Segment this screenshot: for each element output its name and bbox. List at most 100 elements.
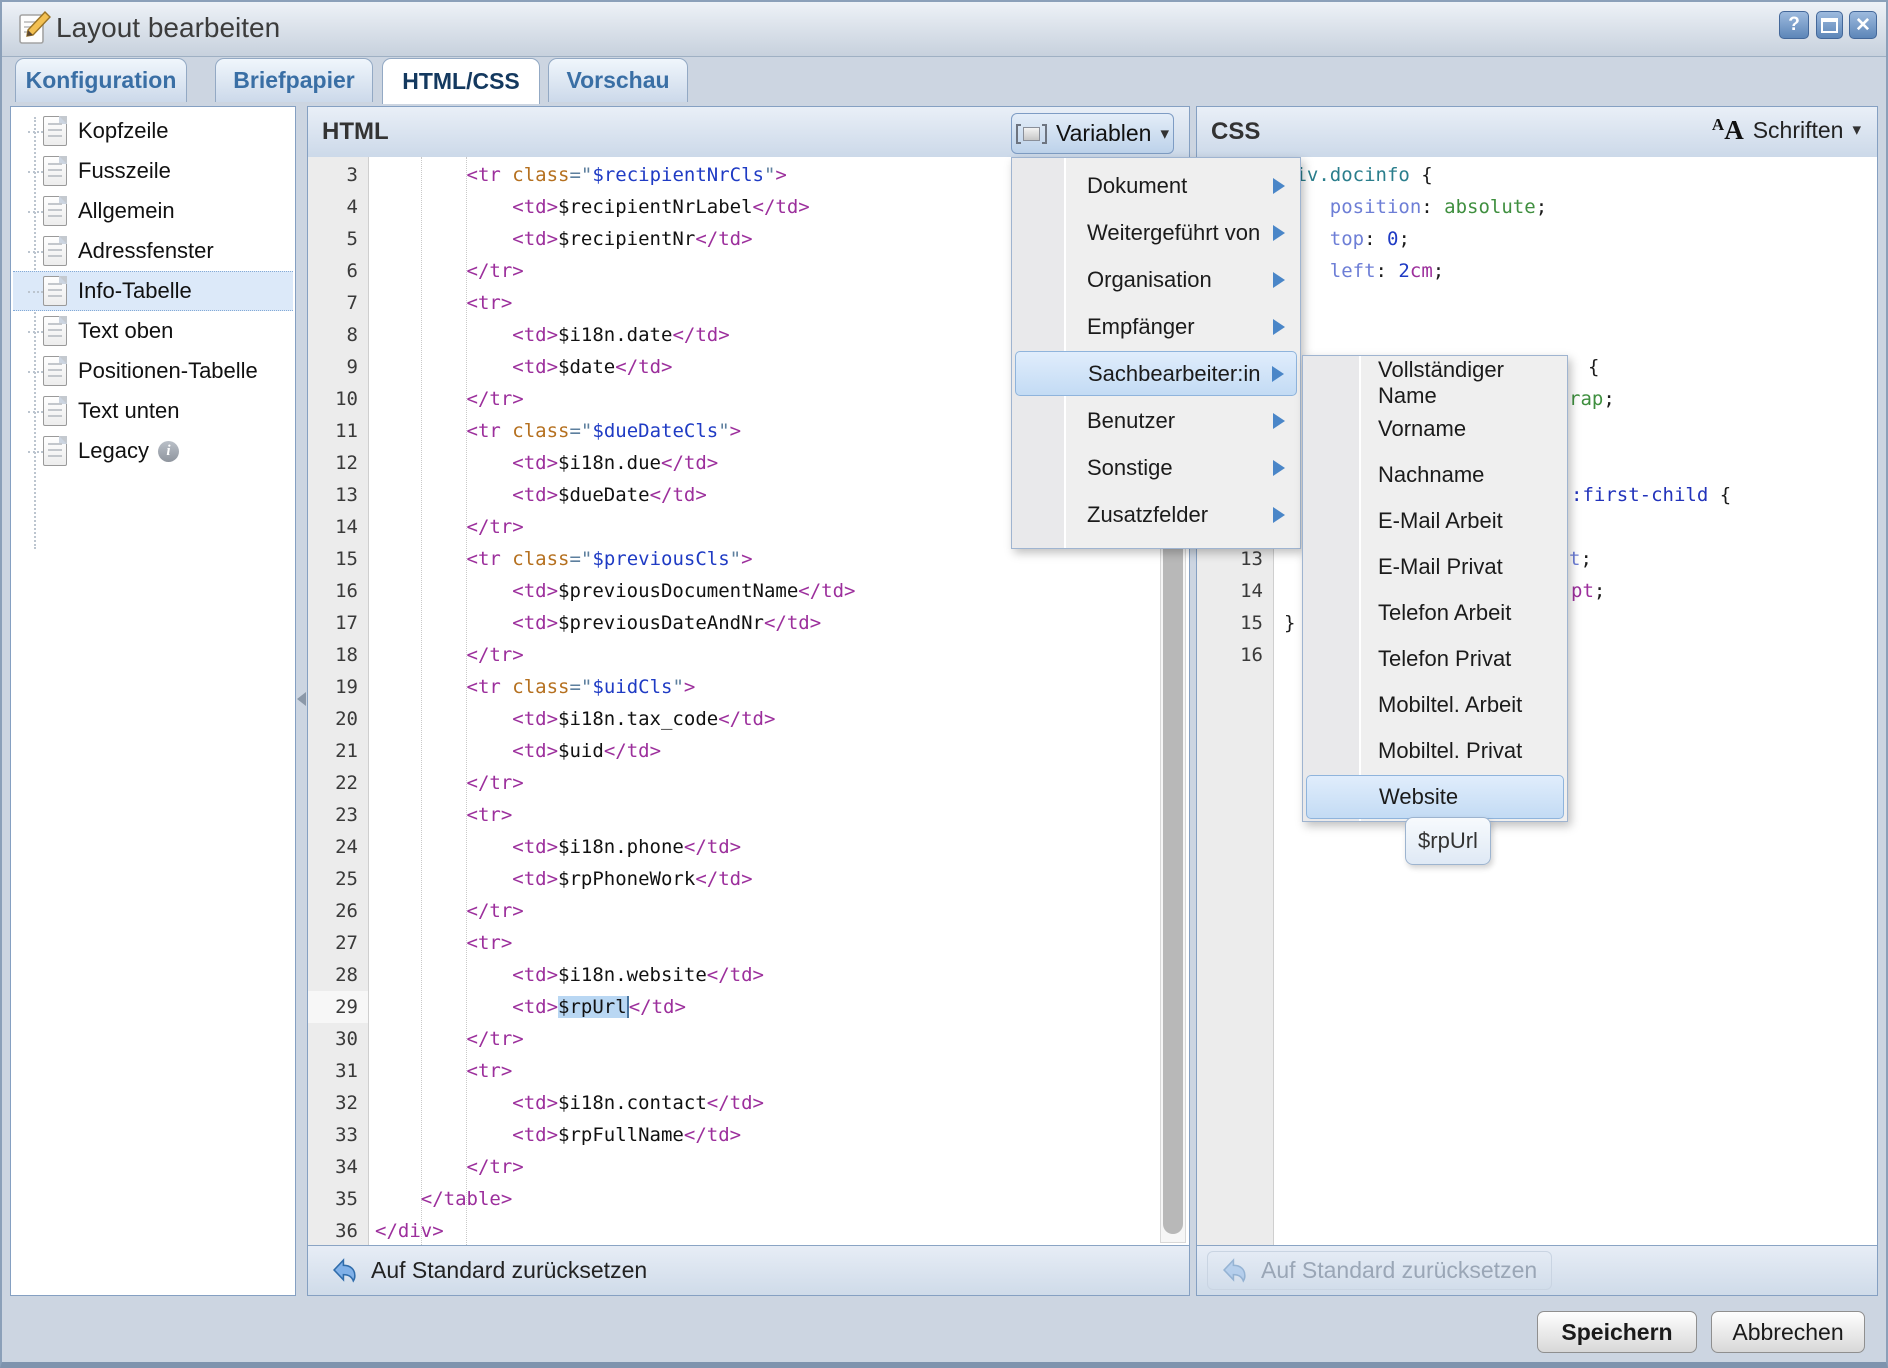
help-button[interactable]: ? [1779,11,1809,39]
line-number: 10 [308,383,368,415]
css-reset-button[interactable]: Auf Standard zurücksetzen [1207,1251,1552,1290]
menu-item-telefon-privat[interactable]: Telefon Privat [1306,637,1564,681]
fonts-button[interactable]: AA Schriften ▾ [1712,116,1861,144]
line-number: 27 [308,927,368,959]
tab-vorschau[interactable]: Vorschau [548,58,688,102]
sidebar-item-label: Text oben [78,318,173,344]
menu-item-mobiltel-arbeit[interactable]: Mobiltel. Arbeit [1306,683,1564,727]
document-icon [43,276,67,306]
sidebar-item-label: Positionen-Tabelle [78,358,258,384]
font-size-icon: AA [1712,116,1744,144]
document-icon [43,116,67,146]
variables-button[interactable]: Variablen ▾ [1011,113,1174,154]
menu-item-empf-nger[interactable]: Empfänger [1015,304,1297,349]
title-bar: Layout bearbeiten ? ✕ [0,0,1888,57]
code-line-21: 21 <td>$uid</td> [308,735,1189,767]
line-number: 16 [1197,639,1273,671]
sidebar-item-fusszeile[interactable]: Fusszeile [13,151,293,191]
menu-item-label: Zusatzfelder [1087,502,1208,528]
code-line-22: 22 </tr> [308,767,1189,799]
code-line-34: 34 </tr> [308,1151,1189,1183]
menu-item-mobiltel-privat[interactable]: Mobiltel. Privat [1306,729,1564,773]
menu-item-label: Empfänger [1087,314,1195,340]
menu-item-label: E-Mail Arbeit [1378,508,1503,534]
menu-item-label: Sachbearbeiter:in [1088,361,1260,387]
menu-item-nachname[interactable]: Nachname [1306,453,1564,497]
html-panel-title: HTML [322,118,389,146]
code-line-28: 28 <td>$i18n.website</td> [308,959,1189,991]
tab-briefpapier[interactable]: Briefpapier [215,58,373,102]
menu-item-vollst-ndiger-name[interactable]: Vollständiger Name [1306,361,1564,405]
line-number: 32 [308,1087,368,1119]
line-number: 36 [308,1215,368,1245]
menu-item-vorname[interactable]: Vorname [1306,407,1564,451]
line-number: 8 [308,319,368,351]
sidebar-item-label: Text unten [78,398,180,424]
line-number: 5 [308,223,368,255]
line-number: 19 [308,671,368,703]
tab-html-css[interactable]: HTML/CSS [382,58,540,104]
maximize-button[interactable] [1816,11,1843,39]
code-line-25: 25 <td>$rpPhoneWork</td> [308,863,1189,895]
code-line-31: 31 <tr> [308,1055,1189,1087]
tab-konfiguration[interactable]: Konfiguration [15,58,187,102]
css-panel-header: CSS AA Schriften ▾ [1197,107,1877,158]
menu-item-label: Dokument [1087,173,1187,199]
menu-item-sonstige[interactable]: Sonstige [1015,445,1297,490]
code-line-29: 29 <td>$rpUrl</td> [308,991,1189,1023]
line-number: 14 [308,511,368,543]
close-button[interactable]: ✕ [1849,11,1877,39]
undo-icon [1222,1257,1249,1284]
menu-item-weitergef-hrt-von[interactable]: Weitergeführt von [1015,210,1297,255]
save-button[interactable]: Speichern [1537,1311,1697,1353]
menu-item-label: E-Mail Privat [1378,554,1503,580]
submenu-arrow-icon [1273,460,1285,476]
menu-item-label: Vollständiger Name [1378,357,1564,409]
submenu-arrow-icon [1272,366,1284,382]
line-number: 7 [308,287,368,319]
submenu-arrow-icon [1273,178,1285,194]
document-icon [43,436,67,466]
sidebar-item-info-tabelle[interactable]: Info-Tabelle [13,271,293,311]
menu-item-label: Vorname [1378,416,1466,442]
css-reset-bar: Auf Standard zurücksetzen [1197,1245,1877,1295]
sidebar-item-adressfenster[interactable]: Adressfenster [13,231,293,271]
line-number: 22 [308,767,368,799]
line-number: 34 [308,1151,368,1183]
menu-item-zusatzfelder[interactable]: Zusatzfelder [1015,492,1297,537]
line-number: 28 [308,959,368,991]
menu-item-sachbearbeiter-in[interactable]: Sachbearbeiter:in [1015,351,1297,396]
sidebar-item-legacy[interactable]: Legacyi [13,431,293,471]
line-number: 14 [1197,575,1273,607]
menu-item-dokument[interactable]: Dokument [1015,163,1297,208]
sidebar-collapse-handle[interactable] [297,692,306,706]
sidebar-item-positionen-tabelle[interactable]: Positionen-Tabelle [13,351,293,391]
html-reset-button[interactable]: Auf Standard zurücksetzen [318,1252,661,1289]
sidebar-item-text-unten[interactable]: Text unten [13,391,293,431]
line-number: 15 [1197,607,1273,639]
menu-item-label: Sonstige [1087,455,1173,481]
menu-item-website[interactable]: Website [1306,775,1564,819]
line-number: 17 [308,607,368,639]
code-line-36: 36</div> [308,1215,1189,1245]
menu-item-e-mail-arbeit[interactable]: E-Mail Arbeit [1306,499,1564,543]
submenu-arrow-icon [1273,225,1285,241]
menu-item-label: Nachname [1378,462,1484,488]
line-number: 18 [308,639,368,671]
css-panel-title: CSS [1211,118,1260,146]
variables-button-label: Variablen [1056,120,1151,147]
sidebar-item-allgemein[interactable]: Allgemein [13,191,293,231]
menu-item-organisation[interactable]: Organisation [1015,257,1297,302]
line-number: 23 [308,799,368,831]
menu-item-benutzer[interactable]: Benutzer [1015,398,1297,443]
menu-item-telefon-arbeit[interactable]: Telefon Arbeit [1306,591,1564,635]
info-icon: i [158,441,179,462]
sidebar-item-text-oben[interactable]: Text oben [13,311,293,351]
sidebar-item-kopfzeile[interactable]: Kopfzeile [13,111,293,151]
code-line-24: 24 <td>$i18n.phone</td> [308,831,1189,863]
submenu-arrow-icon [1273,413,1285,429]
menu-item-e-mail-privat[interactable]: E-Mail Privat [1306,545,1564,589]
code-line-33: 33 <td>$rpFullName</td> [308,1119,1189,1151]
code-line-27: 27 <tr> [308,927,1189,959]
cancel-button[interactable]: Abbrechen [1711,1311,1865,1353]
